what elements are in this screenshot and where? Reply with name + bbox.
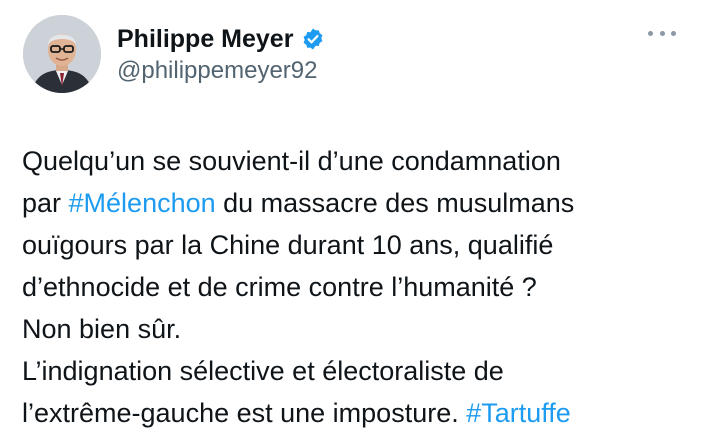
tweet-line: ouïgours par la Chine durant 10 ans, qua… xyxy=(22,230,554,260)
avatar[interactable] xyxy=(23,15,101,93)
hashtag-link-melenchon[interactable]: #Mélenchon xyxy=(69,188,216,218)
tweet-text-fragment: l’extrême-gauche est une imposture. xyxy=(22,398,467,428)
more-options-icon[interactable] xyxy=(648,26,676,40)
avatar-photo xyxy=(23,15,101,93)
tweet-text-fragment: par xyxy=(22,188,69,218)
dot-icon xyxy=(659,30,665,36)
tweet-text-fragment: du massacre des musulmans xyxy=(215,188,575,218)
tweet-line: L’indignation sélective et électoraliste… xyxy=(22,356,504,386)
verified-badge-icon xyxy=(301,27,325,51)
author-name-row: Philippe Meyer xyxy=(117,22,325,56)
dot-icon xyxy=(648,30,653,36)
tweet-card: Philippe Meyer @philippemeyer92 Quelqu’u… xyxy=(0,0,702,432)
author-handle[interactable]: @philippemeyer92 xyxy=(117,57,317,85)
dot-icon xyxy=(671,30,676,36)
author-display-name[interactable]: Philippe Meyer xyxy=(117,25,293,54)
tweet-text: Quelqu’un se souvient-il d’une condamnat… xyxy=(22,140,692,434)
hashtag-link-tartuffe[interactable]: #Tartuffe xyxy=(466,398,571,428)
tweet-line: l’extrême-gauche est une imposture. #Tar… xyxy=(22,392,692,434)
tweet-line: Quelqu’un se souvient-il d’une condamnat… xyxy=(22,146,561,176)
tweet-line: Non bien sûr. xyxy=(22,314,182,344)
tweet-line: d’ethnocide et de crime contre l’humanit… xyxy=(22,272,537,302)
tweet-line: par #Mélenchon du massacre des musulmans xyxy=(22,182,692,224)
